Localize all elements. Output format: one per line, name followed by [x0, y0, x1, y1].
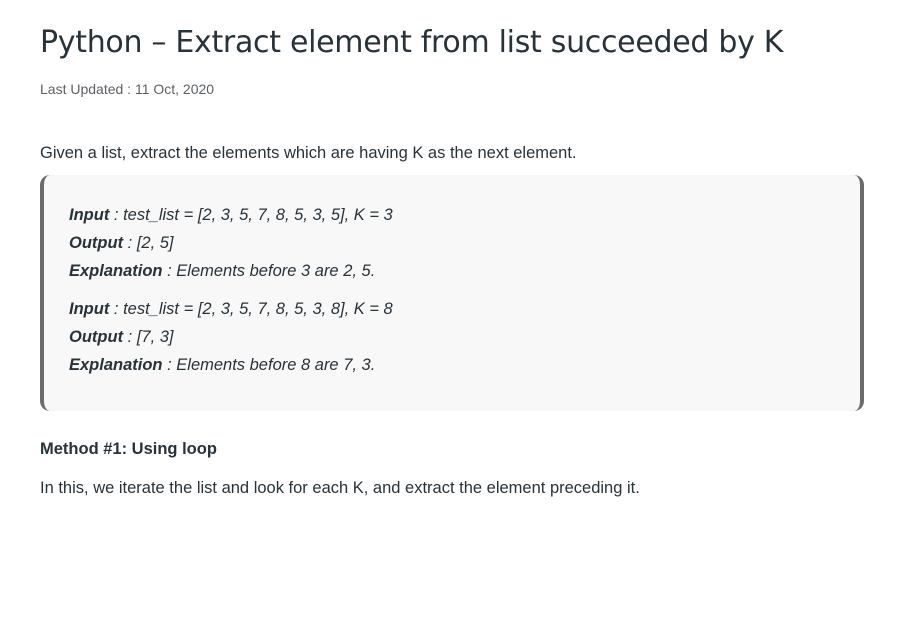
output-value: : [7, 3]: [123, 328, 174, 346]
example-1: Input : test_list = [2, 3, 5, 7, 8, 5, 3…: [69, 201, 860, 285]
explanation-label: Explanation: [69, 356, 163, 374]
last-updated: Last Updated : 11 Oct, 2020: [40, 81, 215, 97]
explanation-label: Explanation: [69, 262, 163, 280]
explanation-value: : Elements before 8 are 7, 3.: [162, 356, 376, 374]
input-label: Input: [69, 206, 110, 224]
output-label: Output: [69, 328, 124, 346]
explanation-value: : Elements before 3 are 2, 5.: [162, 262, 376, 280]
example-block: Input : test_list = [2, 3, 5, 7, 8, 5, 3…: [40, 175, 864, 411]
example-explanation-line: Explanation : Elements before 3 are 2, 5…: [69, 257, 860, 285]
example-input-line: Input : test_list = [2, 3, 5, 7, 8, 5, 3…: [69, 295, 860, 323]
input-label: Input: [69, 300, 110, 318]
example-input-line: Input : test_list = [2, 3, 5, 7, 8, 5, 3…: [69, 201, 860, 229]
example-output-line: Output : [2, 5]: [69, 229, 860, 257]
example-explanation-line: Explanation : Elements before 8 are 7, 3…: [69, 351, 860, 379]
page-title: Python – Extract element from list succe…: [40, 25, 784, 60]
intro-paragraph: Given a list, extract the elements which…: [40, 144, 577, 162]
article: Python – Extract element from list succe…: [40, 0, 864, 498]
method-paragraph: In this, we iterate the list and look fo…: [40, 479, 640, 497]
example-output-line: Output : [7, 3]: [69, 323, 860, 351]
output-value: : [2, 5]: [123, 234, 174, 252]
example-2: Input : test_list = [2, 3, 5, 7, 8, 5, 3…: [69, 295, 860, 379]
method-heading: Method #1: Using loop: [40, 440, 217, 458]
input-value: : test_list = [2, 3, 5, 7, 8, 5, 3, 8], …: [109, 300, 393, 318]
input-value: : test_list = [2, 3, 5, 7, 8, 5, 3, 5], …: [109, 206, 393, 224]
output-label: Output: [69, 234, 124, 252]
